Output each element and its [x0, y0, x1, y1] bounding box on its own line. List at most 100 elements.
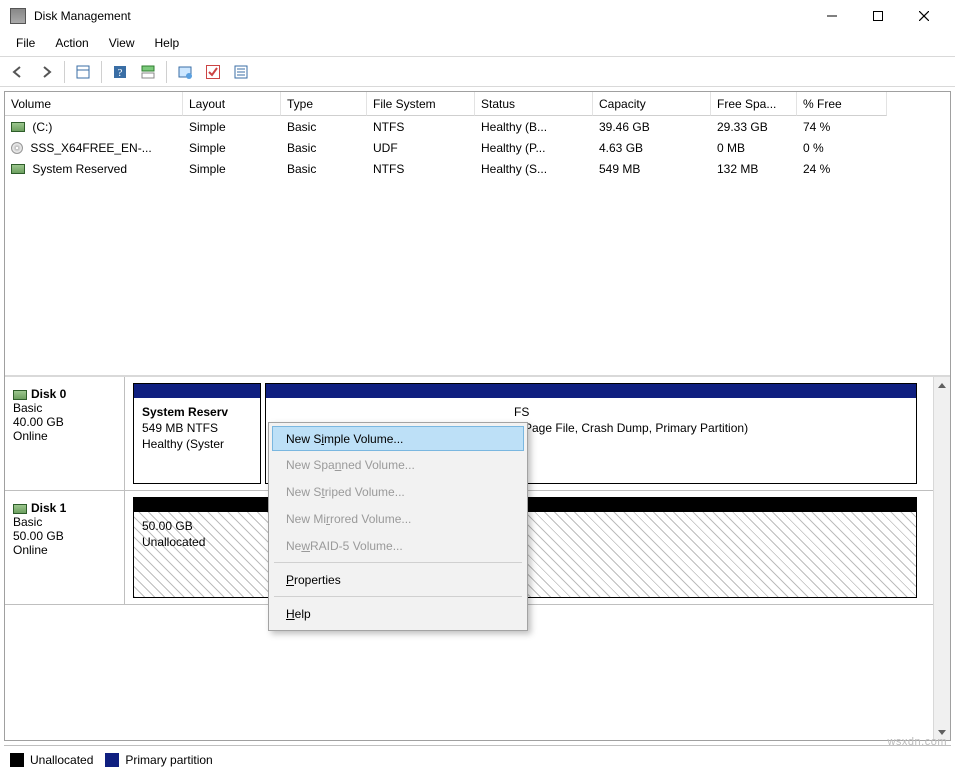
partition-line: t, Page File, Crash Dump, Primary Partit…	[514, 420, 908, 436]
disk-info[interactable]: Disk 0Basic40.00 GBOnline	[5, 377, 125, 490]
context-menu-item: New Striped Volume...	[272, 478, 524, 505]
legend-unallocated-swatch	[10, 753, 24, 767]
menu-view[interactable]: View	[99, 34, 145, 52]
cell: Simple	[183, 162, 281, 176]
disk-management-icon	[10, 8, 26, 24]
scroll-up-icon[interactable]	[934, 377, 950, 394]
refresh-icon[interactable]	[173, 60, 197, 84]
col-freespace[interactable]: Free Spa...	[711, 92, 797, 116]
disk-size: 40.00 GB	[13, 415, 116, 429]
disk-name: Disk 1	[31, 501, 66, 515]
col-layout[interactable]: Layout	[183, 92, 281, 116]
cell: UDF	[367, 141, 475, 155]
table-row[interactable]: SSS_X64FREE_EN-...SimpleBasicUDFHealthy …	[5, 137, 950, 158]
cell: Simple	[183, 141, 281, 155]
col-filesystem[interactable]: File System	[367, 92, 475, 116]
close-button[interactable]	[901, 1, 947, 31]
forward-button[interactable]	[34, 60, 58, 84]
cell: 74 %	[797, 120, 887, 134]
menu-separator	[274, 596, 522, 597]
cell: 29.33 GB	[711, 120, 797, 134]
disk-partitions: 50.00 GBUnallocated	[125, 491, 933, 604]
cell: Healthy (S...	[475, 162, 593, 176]
disk-partitions: System Reserv549 MB NTFSHealthy (Syster F…	[125, 377, 933, 490]
view-top-icon[interactable]	[136, 60, 160, 84]
cd-icon	[11, 142, 23, 154]
help-icon[interactable]: ?	[108, 60, 132, 84]
list-settings-icon[interactable]	[229, 60, 253, 84]
menu-help[interactable]: Help	[145, 34, 190, 52]
context-menu-item[interactable]: New Simple Volume...	[272, 426, 524, 451]
context-menu-item: New RAID-5 Volume...	[272, 532, 524, 559]
vertical-scrollbar[interactable]	[933, 377, 950, 740]
partition-title: System Reserv	[142, 404, 252, 420]
back-button[interactable]	[6, 60, 30, 84]
disk-kind: Basic	[13, 515, 116, 529]
partition-line: 549 MB NTFS	[142, 420, 252, 436]
col-type[interactable]: Type	[281, 92, 367, 116]
disk-info[interactable]: Disk 1Basic50.00 GBOnline	[5, 491, 125, 604]
window-title: Disk Management	[34, 9, 131, 23]
disk-state: Online	[13, 543, 116, 557]
table-row[interactable]: System ReservedSimpleBasicNTFSHealthy (S…	[5, 158, 950, 179]
svg-text:?: ?	[118, 67, 123, 79]
cell: 0 MB	[711, 141, 797, 155]
col-pctfree[interactable]: % Free	[797, 92, 887, 116]
menu-file[interactable]: File	[6, 34, 45, 52]
cell: 132 MB	[711, 162, 797, 176]
volume-list-header: Volume Layout Type File System Status Ca…	[5, 92, 950, 116]
menu-bar: File Action View Help	[0, 32, 955, 54]
cell: Simple	[183, 120, 281, 134]
watermark: wsxdn.com	[887, 736, 947, 748]
cell: Basic	[281, 162, 367, 176]
drive-icon	[11, 122, 25, 132]
maximize-button[interactable]	[855, 1, 901, 31]
disk-kind: Basic	[13, 401, 116, 415]
partition-color-bar	[266, 384, 916, 398]
context-menu-item[interactable]: Properties	[272, 566, 524, 593]
volume-list[interactable]: Volume Layout Type File System Status Ca…	[5, 92, 950, 377]
col-volume[interactable]: Volume	[5, 92, 183, 116]
partition-line: FS	[514, 404, 908, 420]
col-capacity[interactable]: Capacity	[593, 92, 711, 116]
context-menu: New Simple Volume...New Spanned Volume..…	[268, 422, 528, 631]
cell: 39.46 GB	[593, 120, 711, 134]
toolbar: ?	[0, 57, 955, 87]
context-menu-item[interactable]: Help	[272, 600, 524, 627]
table-row[interactable]: (C:)SimpleBasicNTFSHealthy (B...39.46 GB…	[5, 116, 950, 137]
cell: System Reserved	[5, 162, 183, 176]
cell: Basic	[281, 120, 367, 134]
cell: 549 MB	[593, 162, 711, 176]
properties-icon[interactable]	[71, 60, 95, 84]
col-status[interactable]: Status	[475, 92, 593, 116]
cell: 24 %	[797, 162, 887, 176]
partition-line: Healthy (Syster	[142, 436, 252, 452]
cell: Healthy (B...	[475, 120, 593, 134]
cell: SSS_X64FREE_EN-...	[5, 141, 183, 155]
drive-icon	[11, 164, 25, 174]
partition-color-bar	[134, 384, 260, 398]
menu-action[interactable]: Action	[45, 34, 98, 52]
cell: Basic	[281, 141, 367, 155]
minimize-button[interactable]	[809, 1, 855, 31]
check-icon[interactable]	[201, 60, 225, 84]
legend-primary-label: Primary partition	[125, 753, 212, 767]
menu-separator	[274, 562, 522, 563]
context-menu-item: New Spanned Volume...	[272, 451, 524, 478]
disk-icon	[13, 390, 27, 400]
legend-primary-swatch	[105, 753, 119, 767]
disk-size: 50.00 GB	[13, 529, 116, 543]
content-panel: Volume Layout Type File System Status Ca…	[4, 91, 951, 741]
cell: (C:)	[5, 120, 183, 134]
legend: Unallocated Primary partition	[4, 745, 951, 773]
cell: Healthy (P...	[475, 141, 593, 155]
disk-icon	[13, 504, 27, 514]
context-menu-item: New Mirrored Volume...	[272, 505, 524, 532]
disk-name: Disk 0	[31, 387, 66, 401]
legend-unallocated-label: Unallocated	[30, 753, 93, 767]
title-bar: Disk Management	[0, 0, 955, 32]
cell: NTFS	[367, 120, 475, 134]
cell: 0 %	[797, 141, 887, 155]
disk-state: Online	[13, 429, 116, 443]
partition-primary[interactable]: System Reserv549 MB NTFSHealthy (Syster	[133, 383, 261, 484]
